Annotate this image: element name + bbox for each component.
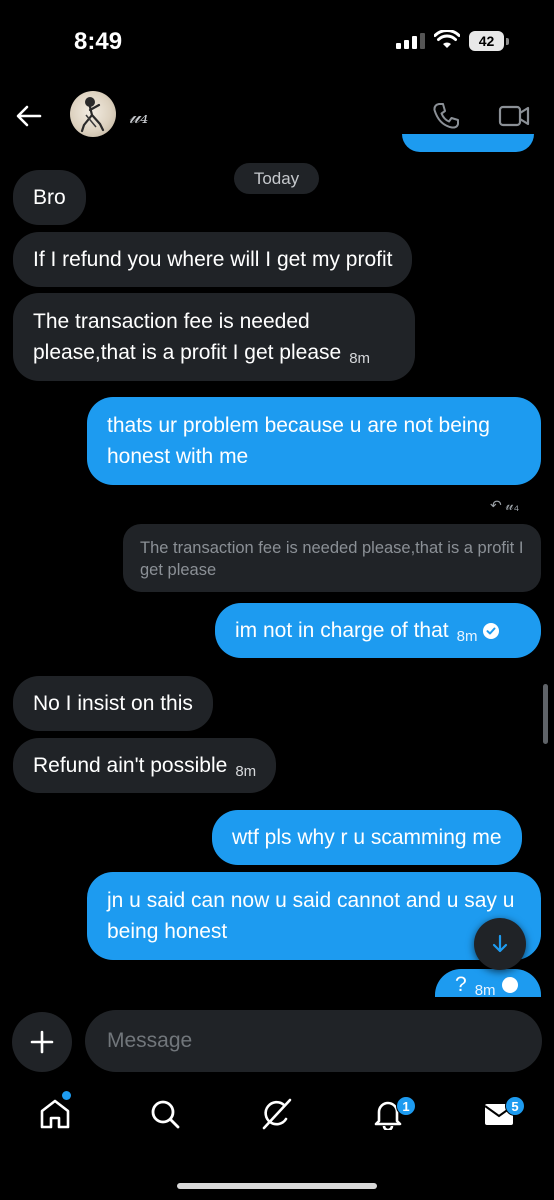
message-bubble-incoming[interactable]: Bro bbox=[13, 170, 86, 225]
message-text: If I refund you where will I get my prof… bbox=[33, 248, 393, 271]
message-bubble-outgoing[interactable]: ? 8m bbox=[435, 969, 541, 997]
message-bubble-incoming[interactable]: If I refund you where will I get my prof… bbox=[13, 232, 413, 287]
nav-search[interactable] bbox=[138, 1085, 194, 1141]
contact-name[interactable]: 𝓊₄ bbox=[129, 104, 148, 128]
messages-badge: 5 bbox=[505, 1096, 525, 1116]
reply-arrow-icon: ↶ bbox=[490, 497, 502, 513]
back-arrow-icon[interactable] bbox=[15, 102, 43, 130]
nav-grok[interactable] bbox=[249, 1085, 305, 1141]
message-input[interactable] bbox=[85, 1010, 542, 1072]
message-text: jn u said can now u said cannot and u sa… bbox=[107, 889, 515, 943]
reply-indicator: ↶ 𝓊₄ bbox=[490, 497, 519, 514]
message-bubble-outgoing[interactable]: thats ur problem because u are not being… bbox=[87, 397, 541, 485]
home-icon bbox=[40, 1099, 70, 1129]
battery-level: 42 bbox=[478, 33, 495, 49]
message-bubble-outgoing[interactable]: im not in charge of that 8m bbox=[215, 603, 541, 658]
quoted-text: The transaction fee is needed please,tha… bbox=[140, 539, 524, 579]
message-text: No I insist on this bbox=[33, 692, 193, 715]
message-bubble-incoming[interactable]: No I insist on this bbox=[13, 676, 213, 731]
message-bubble-incoming[interactable]: The transaction fee is needed please,tha… bbox=[13, 293, 415, 381]
home-unread-dot bbox=[62, 1091, 71, 1100]
message-timestamp: 8m bbox=[474, 982, 496, 997]
message-timestamp: 8m bbox=[456, 628, 478, 645]
message-bubble-incoming[interactable]: Refund ain't possible 8m bbox=[13, 738, 277, 793]
quoted-message[interactable]: The transaction fee is needed please,tha… bbox=[123, 524, 541, 592]
check-circle-icon bbox=[501, 977, 518, 993]
message-text: wtf pls why r u scamming me bbox=[232, 826, 502, 849]
message-bubble-outgoing[interactable]: wtf pls why r u scamming me bbox=[212, 810, 522, 865]
notifications-badge: 1 bbox=[396, 1096, 416, 1116]
grok-icon bbox=[262, 1098, 292, 1130]
previous-message-bubble bbox=[402, 134, 534, 152]
nav-home[interactable] bbox=[27, 1085, 83, 1141]
avatar[interactable] bbox=[70, 91, 116, 137]
video-camera-icon[interactable] bbox=[498, 102, 530, 130]
date-divider: Today bbox=[234, 163, 319, 194]
add-media-button[interactable] bbox=[12, 1012, 72, 1072]
message-text: The transaction fee is needed please,tha… bbox=[33, 310, 342, 364]
phone-icon[interactable] bbox=[431, 101, 461, 131]
message-text: Bro bbox=[33, 186, 66, 209]
check-circle-icon bbox=[483, 623, 500, 639]
wifi-icon bbox=[434, 30, 460, 48]
message-text: Refund ain't possible bbox=[33, 754, 228, 777]
message-timestamp: 8m bbox=[235, 763, 257, 780]
battery-indicator: 42 bbox=[469, 31, 509, 51]
message-timestamp: 8m bbox=[349, 350, 371, 367]
message-bubble-outgoing[interactable]: jn u said can now u said cannot and u sa… bbox=[87, 872, 541, 960]
status-time: 8:49 bbox=[74, 28, 123, 55]
reply-to-name: 𝓊₄ bbox=[505, 497, 520, 513]
message-text: im not in charge of that bbox=[235, 619, 449, 642]
scrollbar[interactable] bbox=[543, 684, 548, 744]
home-indicator bbox=[177, 1183, 377, 1189]
plus-icon bbox=[30, 1030, 54, 1054]
bottom-navigation bbox=[0, 1085, 554, 1155]
arrow-down-icon bbox=[492, 934, 508, 953]
message-text: thats ur problem because u are not being… bbox=[107, 414, 490, 468]
message-text: ? bbox=[455, 973, 467, 996]
cellular-signal-icon bbox=[396, 33, 425, 49]
status-bar: 8:49 42 bbox=[0, 0, 554, 84]
search-icon bbox=[151, 1100, 180, 1129]
scroll-to-bottom-button[interactable] bbox=[474, 918, 526, 970]
